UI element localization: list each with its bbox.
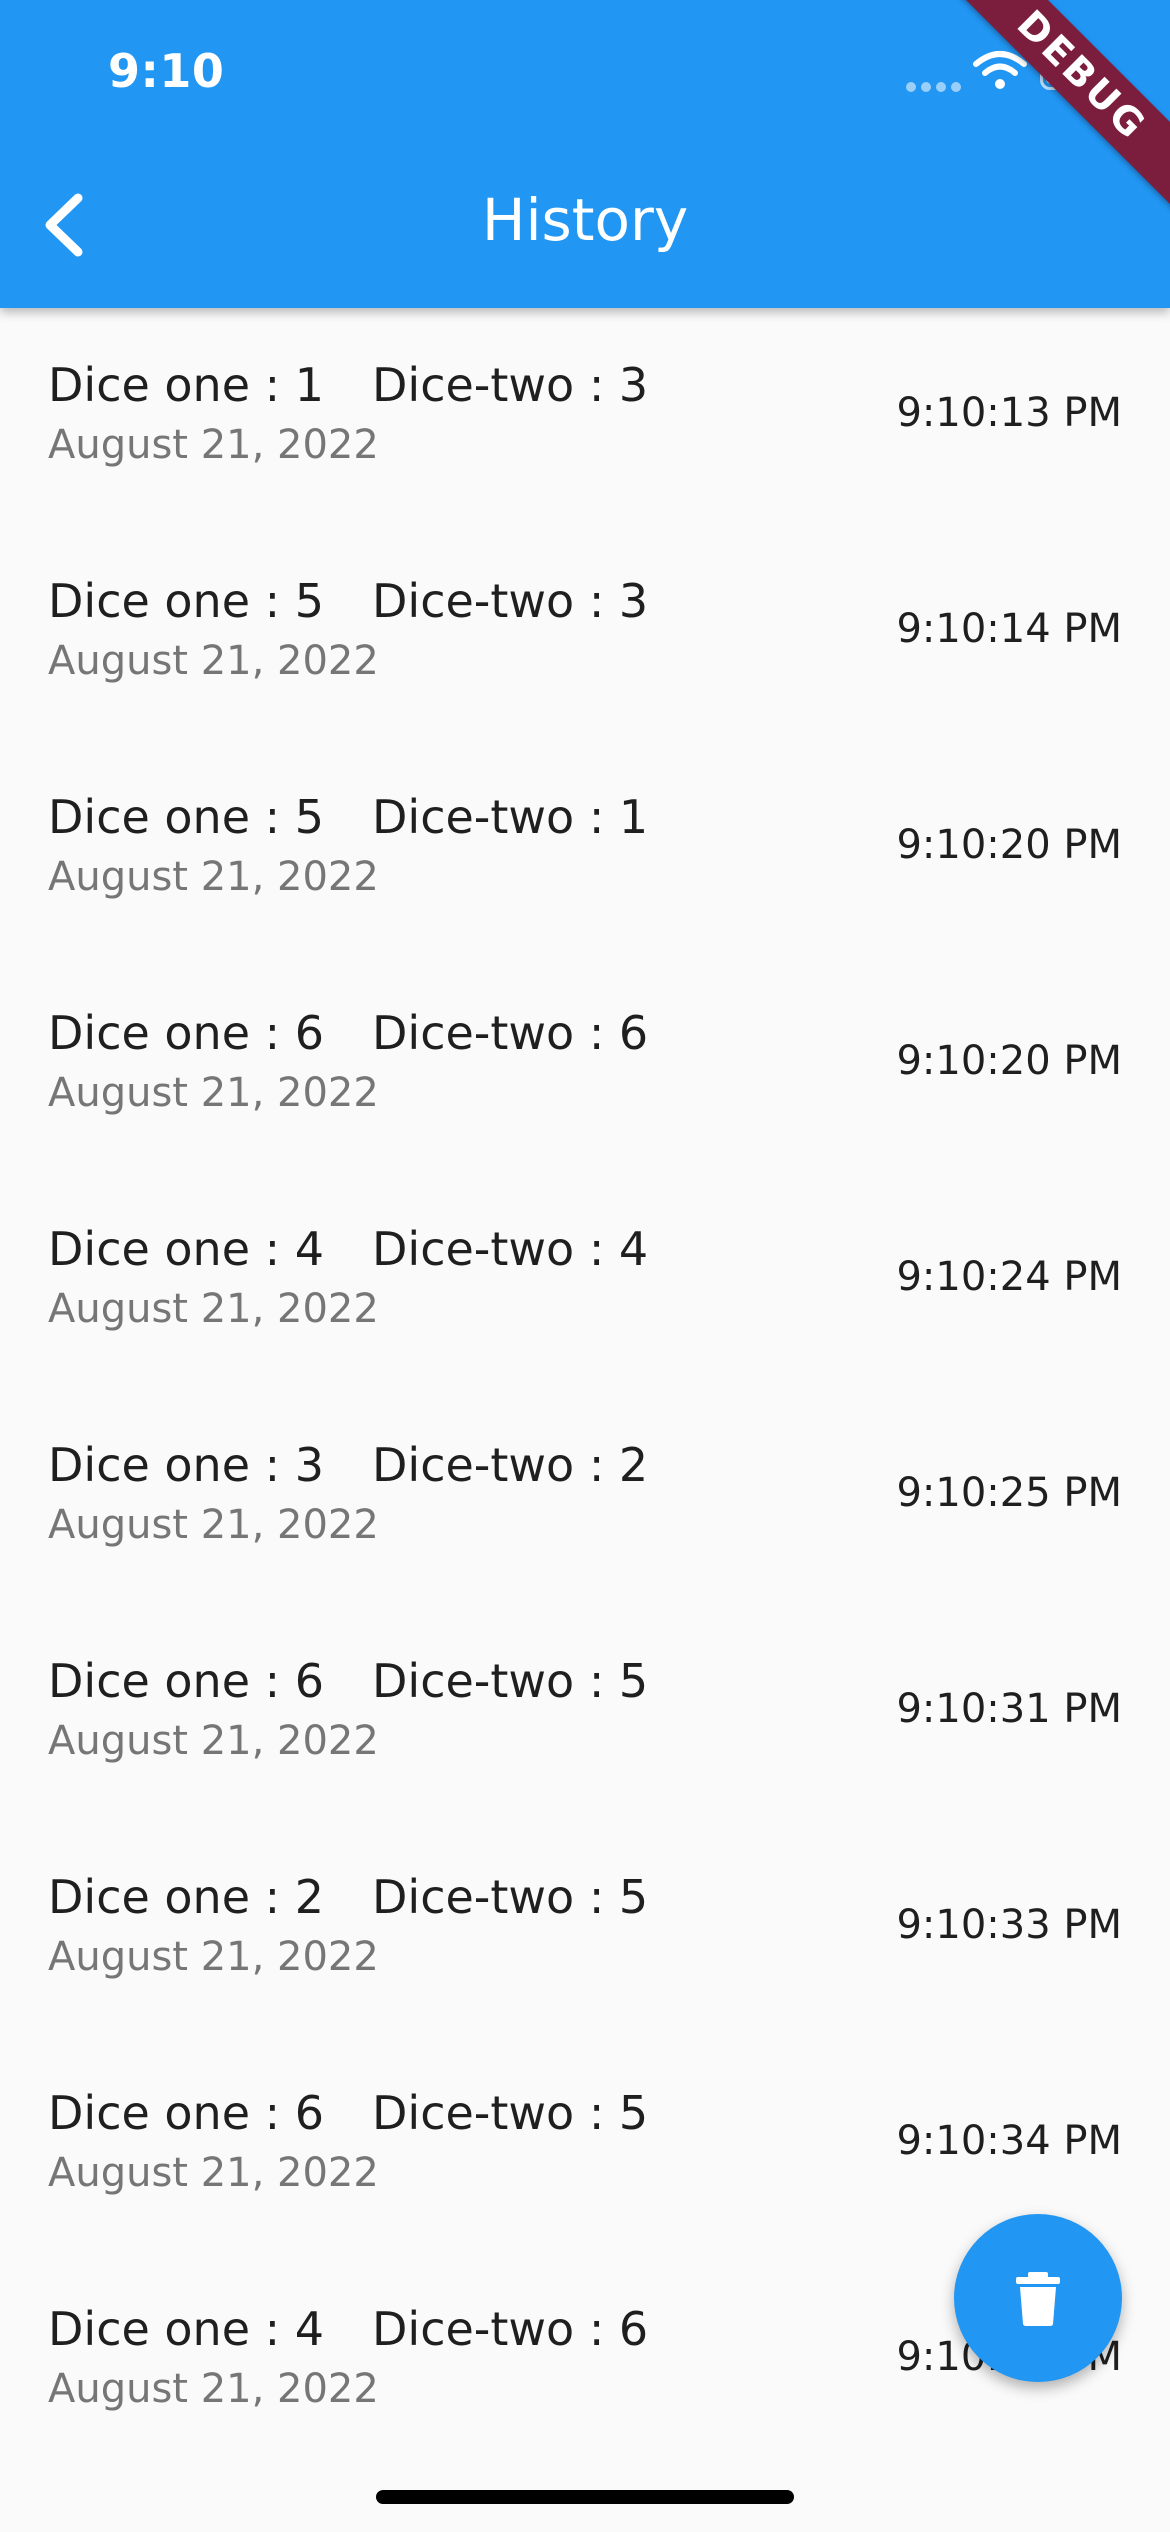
roll-date: August 21, 2022 bbox=[48, 1502, 379, 1548]
dice-one-value: Dice one : 6 bbox=[48, 1006, 325, 1060]
roll-time: 9:10:20 PM bbox=[896, 1038, 1122, 1084]
dice-two-value: Dice-two : 1 bbox=[372, 790, 649, 844]
dice-two-value: Dice-two : 3 bbox=[372, 358, 649, 412]
dice-one-value: Dice one : 5 bbox=[48, 790, 325, 844]
roll-time: 9:10:34 PM bbox=[896, 2118, 1122, 2164]
dice-two-value: Dice-two : 6 bbox=[372, 2302, 649, 2356]
history-list-item[interactable]: Dice one : 6 Dice-two : 5 August 21, 202… bbox=[0, 2036, 1170, 2252]
roll-time: 9:10:13 PM bbox=[896, 390, 1122, 436]
roll-date: August 21, 2022 bbox=[48, 1934, 379, 1980]
roll-date: August 21, 2022 bbox=[48, 1718, 379, 1764]
roll-date: August 21, 2022 bbox=[48, 422, 379, 468]
roll-date: August 21, 2022 bbox=[48, 2150, 379, 2196]
history-list-item[interactable]: Dice one : 5 Dice-two : 3 August 21, 202… bbox=[0, 524, 1170, 740]
status-bar-time: 9:10 bbox=[108, 44, 225, 98]
dice-one-value: Dice one : 5 bbox=[48, 574, 325, 628]
roll-date: August 21, 2022 bbox=[48, 854, 379, 900]
history-list-item[interactable]: Dice one : 3 Dice-two : 2 August 21, 202… bbox=[0, 1388, 1170, 1604]
dice-two-value: Dice-two : 3 bbox=[372, 574, 649, 628]
dice-one-value: Dice one : 2 bbox=[48, 1870, 325, 1924]
history-screen: 9:10 History DEBUG Dice one : 1 Dice-two… bbox=[0, 0, 1170, 2532]
roll-date: August 21, 2022 bbox=[48, 638, 379, 684]
dice-two-value: Dice-two : 6 bbox=[372, 1006, 649, 1060]
dice-one-value: Dice one : 6 bbox=[48, 2086, 325, 2140]
dice-two-value: Dice-two : 5 bbox=[372, 1870, 649, 1924]
page-title: History bbox=[481, 186, 689, 254]
trash-icon bbox=[1016, 2272, 1060, 2326]
history-list-item[interactable]: Dice one : 6 Dice-two : 6 August 21, 202… bbox=[0, 956, 1170, 1172]
dice-one-value: Dice one : 1 bbox=[48, 358, 325, 412]
roll-time: 9:10:14 PM bbox=[896, 606, 1122, 652]
roll-date: August 21, 2022 bbox=[48, 1286, 379, 1332]
delete-history-button[interactable] bbox=[954, 2214, 1122, 2382]
roll-date: August 21, 2022 bbox=[48, 2366, 379, 2412]
roll-time: 9:10:24 PM bbox=[896, 1254, 1122, 1300]
history-list-item[interactable]: Dice one : 6 Dice-two : 5 August 21, 202… bbox=[0, 1604, 1170, 1820]
home-indicator bbox=[376, 2490, 794, 2504]
dice-one-value: Dice one : 4 bbox=[48, 2302, 325, 2356]
roll-time: 9:10:20 PM bbox=[896, 822, 1122, 868]
dice-two-value: Dice-two : 4 bbox=[372, 1222, 649, 1276]
dice-two-value: Dice-two : 2 bbox=[372, 1438, 649, 1492]
dice-one-value: Dice one : 6 bbox=[48, 1654, 325, 1708]
history-list-item[interactable]: Dice one : 1 Dice-two : 3 August 21, 202… bbox=[0, 308, 1170, 524]
history-list-item[interactable]: Dice one : 5 Dice-two : 1 August 21, 202… bbox=[0, 740, 1170, 956]
dice-one-value: Dice one : 3 bbox=[48, 1438, 325, 1492]
cellular-signal-icon bbox=[906, 82, 962, 92]
roll-time: 9:10:25 PM bbox=[896, 1470, 1122, 1516]
roll-date: August 21, 2022 bbox=[48, 1070, 379, 1116]
dice-two-value: Dice-two : 5 bbox=[372, 1654, 649, 1708]
app-bar: 9:10 History DEBUG bbox=[0, 0, 1170, 308]
history-list-item[interactable]: Dice one : 2 Dice-two : 5 August 21, 202… bbox=[0, 1820, 1170, 2036]
roll-time: 9:10:33 PM bbox=[896, 1902, 1122, 1948]
dice-one-value: Dice one : 4 bbox=[48, 1222, 325, 1276]
roll-time: 9:10:31 PM bbox=[896, 1686, 1122, 1732]
wifi-icon bbox=[973, 51, 1027, 89]
history-list-item[interactable]: Dice one : 4 Dice-two : 4 August 21, 202… bbox=[0, 1172, 1170, 1388]
dice-two-value: Dice-two : 5 bbox=[372, 2086, 649, 2140]
